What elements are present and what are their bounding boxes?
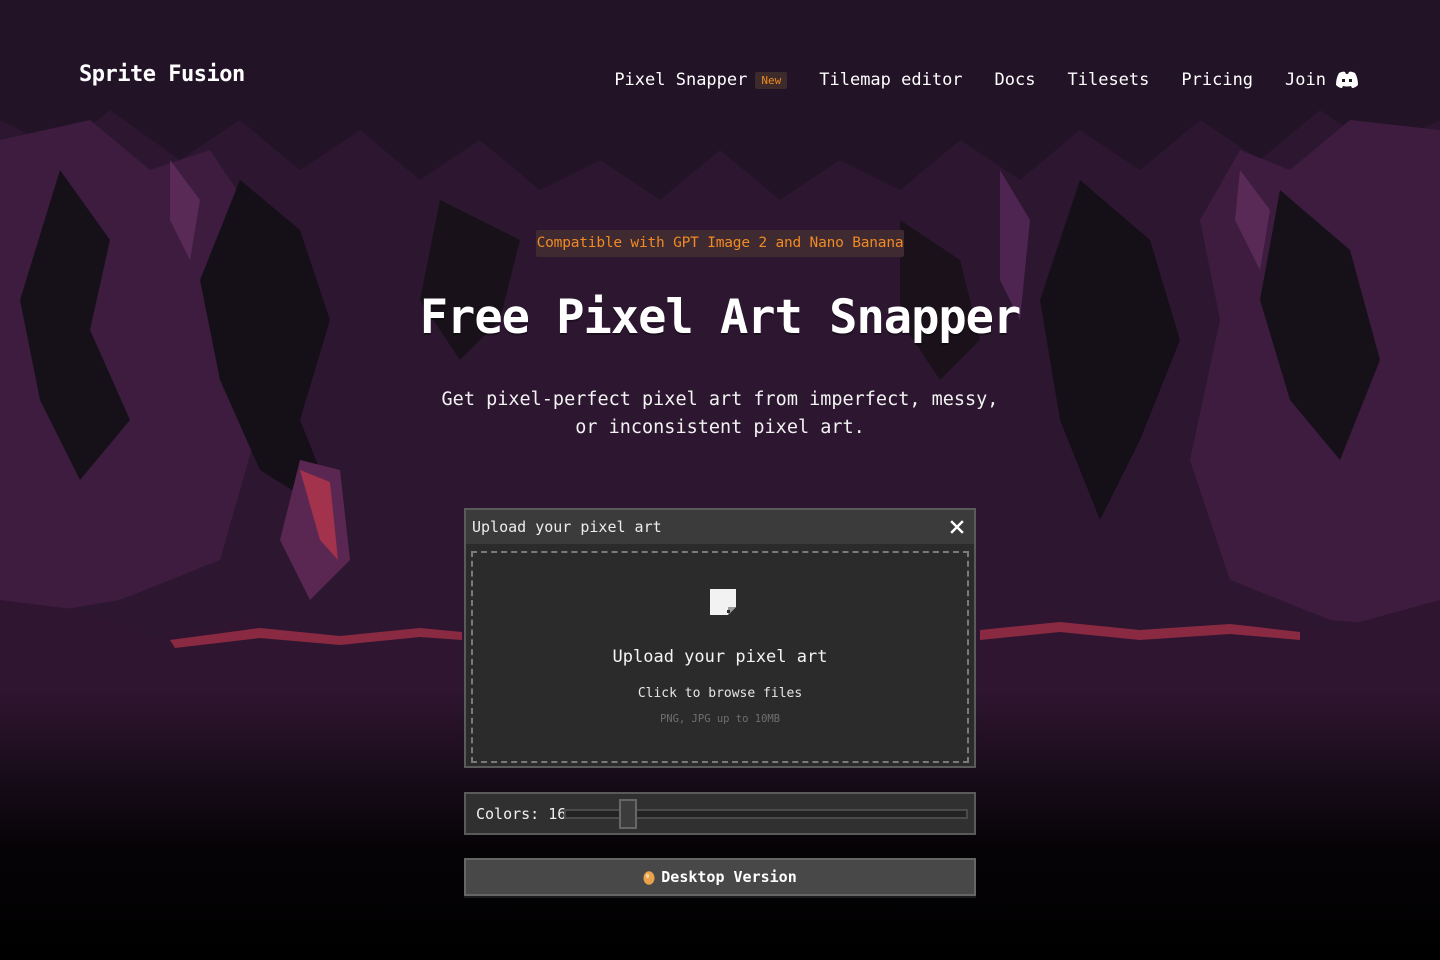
desktop-version-label: Desktop Version	[661, 868, 797, 886]
nav-item-label: Pricing	[1181, 70, 1254, 90]
compatibility-badge: Compatible with GPT Image 2 and Nano Ban…	[536, 230, 904, 257]
file-icon	[710, 589, 736, 615]
desktop-version-button[interactable]: Desktop Version	[464, 858, 976, 896]
nav-item-docs[interactable]: Docs	[995, 70, 1036, 90]
dropzone-title: Upload your pixel art	[612, 647, 828, 667]
colors-label: Colors: 16	[476, 804, 567, 823]
colors-slider-thumb[interactable]	[619, 799, 637, 829]
page-title: Free Pixel Art Snapper	[419, 290, 1022, 345]
upload-panel-header: Upload your pixel art	[466, 510, 974, 544]
nav-item-tilesets[interactable]: Tilesets	[1068, 70, 1150, 90]
colors-control: Colors: 16	[464, 792, 976, 835]
close-icon[interactable]	[950, 520, 964, 534]
upload-panel: Upload your pixel art Upload your pixel …	[464, 508, 976, 768]
nav-item-pixel-snapper[interactable]: Pixel Snapper New	[614, 70, 788, 90]
nav-item-label: Join	[1285, 70, 1326, 90]
nav-item-join[interactable]: Join	[1285, 70, 1360, 90]
nav-item-label: Tilemap editor	[819, 70, 963, 90]
top-navigation: Sprite Fusion Pixel Snapper New Tilemap …	[0, 0, 1440, 160]
nav-item-tilemap-editor[interactable]: Tilemap editor	[819, 70, 962, 90]
dropzone-hint: Click to browse files	[637, 686, 803, 701]
new-badge: New	[755, 71, 788, 89]
dropzone-file-limits: PNG, JPG up to 10MB	[659, 713, 781, 725]
nav-item-pricing[interactable]: Pricing	[1181, 70, 1253, 90]
nav-item-label: Docs	[994, 70, 1036, 90]
main-nav: Pixel Snapper New Tilemap editor Docs Ti…	[614, 64, 1360, 96]
page-subtitle: Get pixel-perfect pixel art from imperfe…	[441, 389, 999, 438]
nav-item-label: Tilesets	[1067, 70, 1150, 90]
egg-icon	[643, 871, 655, 885]
upload-panel-title: Upload your pixel art	[472, 518, 662, 536]
discord-icon	[1336, 71, 1358, 88]
nav-item-label: Pixel Snapper	[614, 70, 748, 90]
upload-dropzone[interactable]: Upload your pixel art Click to browse fi…	[471, 551, 969, 763]
brand-logo[interactable]: Sprite Fusion	[79, 62, 245, 87]
